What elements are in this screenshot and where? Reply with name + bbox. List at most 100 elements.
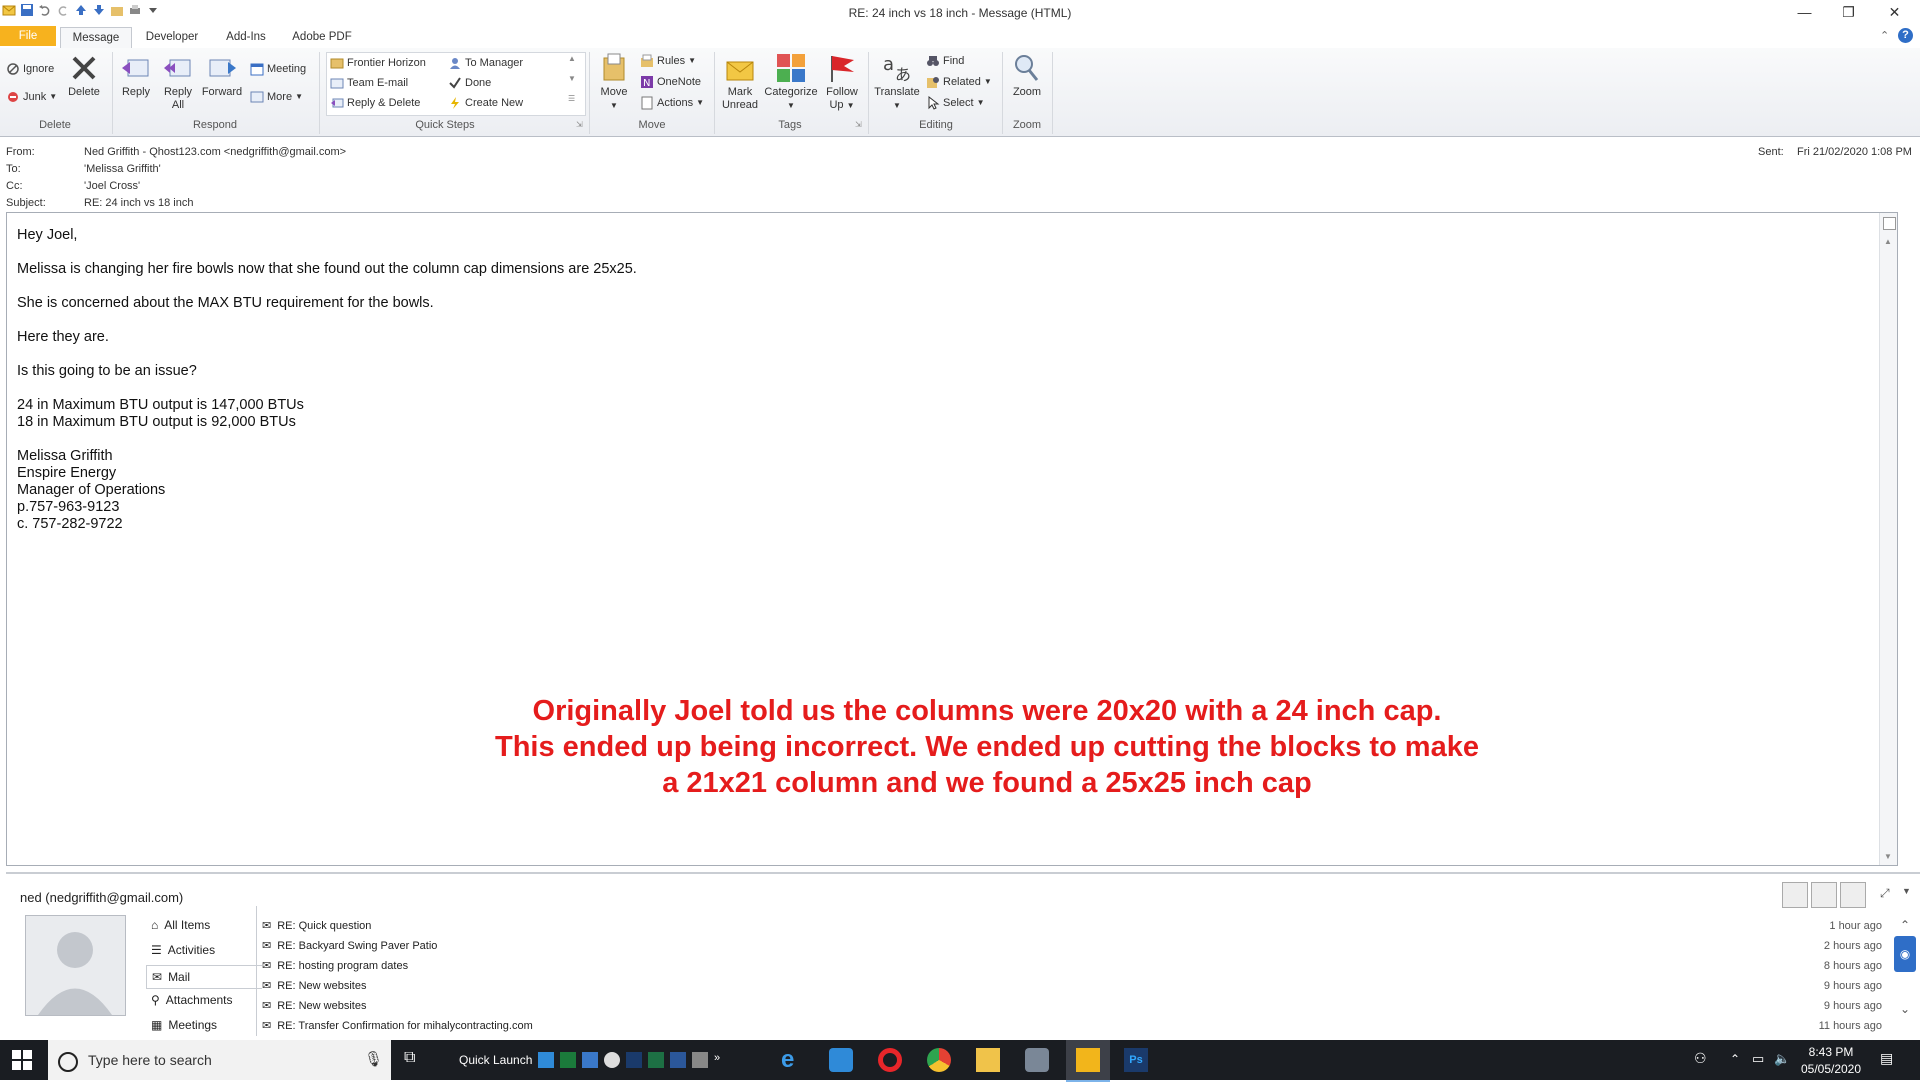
rules-button[interactable]: Rules ▼: [640, 52, 696, 70]
app-icon[interactable]: [604, 1052, 620, 1068]
list-item[interactable]: ✉ RE: Quick question 1 hour ago: [262, 916, 1882, 935]
collapse-pane-icon[interactable]: ▼: [1902, 886, 1911, 896]
to-value[interactable]: 'Melissa Griffith': [84, 163, 161, 175]
forward-button[interactable]: Forward: [200, 52, 244, 99]
tab-adobe-pdf[interactable]: Adobe PDF: [286, 27, 358, 47]
network-icon[interactable]: ▭: [1752, 1051, 1764, 1067]
mail-subject: RE: New websites: [277, 979, 367, 992]
people-icon[interactable]: ⚇: [1694, 1050, 1707, 1067]
list-item[interactable]: ✉ RE: Transfer Confirmation for mihalyco…: [262, 1016, 1882, 1035]
opera-icon[interactable]: [878, 1048, 902, 1072]
minimize-ribbon-icon[interactable]: ⌃: [1880, 29, 1889, 42]
list-item[interactable]: ✉ RE: New websites 9 hours ago: [262, 976, 1882, 995]
file-explorer-icon[interactable]: [976, 1048, 1000, 1072]
select-button[interactable]: Select ▼: [926, 94, 985, 112]
mark-unread-button[interactable]: Mark Unread: [718, 52, 762, 112]
cc-value[interactable]: 'Joel Cross': [84, 180, 140, 192]
show-hidden-icons[interactable]: ⌃: [1730, 1052, 1740, 1066]
dialog-launcher-icon[interactable]: ⇲: [576, 120, 583, 129]
people-nav-meetings[interactable]: ▦ Meetings: [151, 1018, 217, 1032]
chrome-icon[interactable]: [927, 1048, 951, 1072]
word-icon[interactable]: [670, 1052, 686, 1068]
photoshop-icon[interactable]: Ps: [1124, 1048, 1148, 1072]
reply-all-button[interactable]: Reply All: [160, 52, 196, 112]
minimize-button[interactable]: —: [1782, 0, 1827, 25]
clock-date[interactable]: 05/05/2020: [1796, 1062, 1866, 1076]
gallery-scroll-up-icon[interactable]: ▲: [568, 54, 576, 63]
tab-developer[interactable]: Developer: [140, 27, 204, 47]
close-button[interactable]: ✕: [1872, 0, 1917, 25]
task-view-icon[interactable]: ⧉: [404, 1049, 415, 1067]
dialog-launcher-icon[interactable]: ⇲: [855, 120, 862, 129]
delete-label: Delete: [68, 86, 100, 98]
scroll-up-icon[interactable]: ▲: [1884, 237, 1892, 246]
wunderlist-icon[interactable]: [829, 1048, 853, 1072]
volume-icon[interactable]: 🔈: [1774, 1051, 1790, 1067]
people-nav-activities[interactable]: ☰ Activities: [151, 943, 215, 957]
people-nav-all-items[interactable]: ⌂ All Items: [151, 918, 210, 932]
outlook-taskbar-button[interactable]: [1066, 1040, 1110, 1082]
scroll-up-icon[interactable]: ⌃: [1894, 918, 1916, 932]
message-body[interactable]: Hey Joel, Melissa is changing her fire b…: [6, 212, 1898, 866]
move-button[interactable]: Move ▼: [596, 52, 632, 112]
quick-step-done[interactable]: Done: [448, 74, 491, 92]
actions-button[interactable]: Actions ▼: [640, 94, 704, 112]
clock-time[interactable]: 8:43 PM: [1796, 1045, 1866, 1059]
taskbar-search-box[interactable]: Type here to search 🎙: [48, 1040, 391, 1080]
categorize-button[interactable]: Categorize ▼: [762, 52, 820, 112]
onenote-button[interactable]: N OneNote: [640, 73, 701, 91]
lightning-icon: [448, 96, 462, 110]
list-item[interactable]: ✉ RE: hosting program dates 8 hours ago: [262, 956, 1882, 975]
from-value[interactable]: Ned Griffith - Qhost123.com <nedgriffith…: [84, 146, 346, 158]
restore-button[interactable]: ❐: [1826, 0, 1871, 25]
expand-pane-icon[interactable]: ⤢: [1880, 886, 1890, 901]
people-nav-mail[interactable]: ✉ Mail: [146, 965, 262, 989]
security-shield-icon[interactable]: [1025, 1048, 1049, 1072]
person-thumbnail-icon[interactable]: [1811, 882, 1837, 908]
microphone-icon[interactable]: 🎙: [364, 1050, 383, 1068]
photoshop-small-icon[interactable]: [626, 1052, 642, 1068]
reply-button[interactable]: Reply: [118, 52, 154, 99]
message-properties-icon[interactable]: [1883, 217, 1896, 230]
tab-add-ins[interactable]: Add-Ins: [218, 27, 274, 47]
quick-step-reply-delete[interactable]: Reply & Delete: [330, 94, 420, 112]
dreamweaver-icon[interactable]: [560, 1052, 576, 1068]
person-thumbnail-icon[interactable]: [1840, 882, 1866, 908]
quick-step-frontier-horizon[interactable]: Frontier Horizon: [330, 54, 426, 72]
people-nav-attachments[interactable]: ⚲ Attachments: [151, 993, 233, 1007]
scroll-down-icon[interactable]: ⌄: [1894, 1002, 1916, 1016]
follow-up-button[interactable]: Follow Up ▼: [822, 52, 862, 112]
ignore-button[interactable]: Ignore: [6, 60, 54, 78]
start-button[interactable]: [12, 1050, 32, 1073]
person-thumbnail-icon[interactable]: [1782, 882, 1808, 908]
help-icon[interactable]: ?: [1898, 28, 1913, 43]
more-chevron-icon[interactable]: »: [714, 1052, 720, 1068]
zoom-button[interactable]: Zoom: [1008, 52, 1046, 99]
scroll-down-icon[interactable]: ▼: [1884, 852, 1892, 861]
desktop-icon[interactable]: [582, 1052, 598, 1068]
list-item[interactable]: ✉ RE: New websites 9 hours ago: [262, 996, 1882, 1015]
list-item[interactable]: ✉ RE: Backyard Swing Paver Patio 2 hours…: [262, 936, 1882, 955]
delete-button[interactable]: Delete: [66, 52, 102, 99]
find-button[interactable]: Find: [926, 52, 964, 70]
meeting-button[interactable]: Meeting: [250, 60, 306, 78]
tab-file[interactable]: File: [0, 26, 56, 46]
edge-icon[interactable]: e: [781, 1048, 805, 1072]
calculator-icon[interactable]: [692, 1052, 708, 1068]
notification-icon[interactable]: ▤: [1880, 1050, 1893, 1067]
gallery-scroll-down-icon[interactable]: ▼: [568, 74, 576, 83]
translate-button[interactable]: aあ Translate ▼: [872, 52, 922, 112]
junk-button[interactable]: Junk ▼: [6, 88, 57, 106]
quick-step-team-email[interactable]: Team E-mail: [330, 74, 408, 92]
social-connector-icon[interactable]: ◉: [1894, 936, 1916, 972]
people-list-scrollbar[interactable]: ⌃ ◉ ⌄: [1894, 918, 1916, 1036]
excel-icon[interactable]: [648, 1052, 664, 1068]
quick-step-create-new[interactable]: Create New: [448, 94, 523, 112]
edge-legacy-icon[interactable]: [538, 1052, 554, 1068]
related-button[interactable]: Related ▼: [926, 73, 992, 91]
more-respond-button[interactable]: More ▼: [250, 88, 303, 106]
quick-step-to-manager[interactable]: To Manager: [448, 54, 523, 72]
vertical-scrollbar[interactable]: ▲ ▼: [1879, 213, 1897, 865]
gallery-expand-icon[interactable]: ☰: [568, 94, 575, 103]
tab-message[interactable]: Message: [60, 27, 132, 49]
